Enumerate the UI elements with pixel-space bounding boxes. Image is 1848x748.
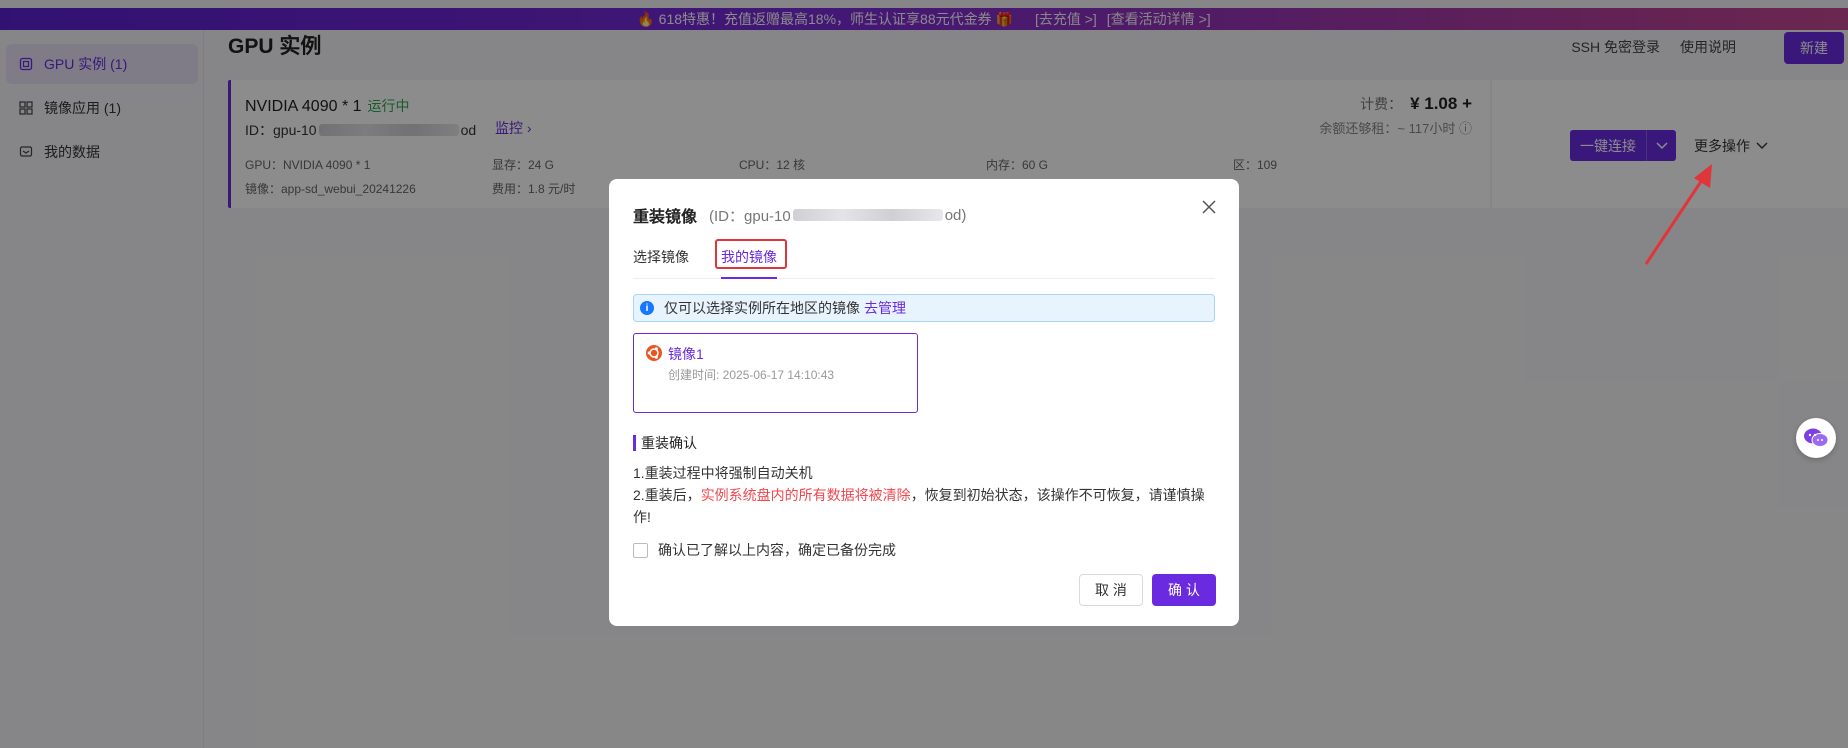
image-option-card[interactable]: 镜像1 创建时间: 2025-06-17 14:10:43 xyxy=(633,333,918,413)
close-icon[interactable] xyxy=(1199,197,1219,217)
checkbox[interactable] xyxy=(633,542,648,558)
dialog-id-suffix: od) xyxy=(944,206,967,224)
cancel-button[interactable]: 取 消 xyxy=(1079,574,1143,606)
note-2-start: 2.重装后， xyxy=(633,487,701,503)
tab-select-image[interactable]: 选择镜像 xyxy=(633,247,689,267)
dialog-title-text: 重装镜像 xyxy=(633,209,698,226)
backup-confirm-checkbox[interactable]: 确认已了解以上内容，确定已备份完成 xyxy=(633,540,896,560)
image-name: 镜像1 xyxy=(668,346,704,362)
confirm-heading: 重装确认 xyxy=(633,435,697,451)
info-text: 仅可以选择实例所在地区的镜像 xyxy=(664,300,860,316)
note-2: 2.重装后，实例系统盘内的所有数据将被清除，恢复到初始状态，该操作不可恢复，请谨… xyxy=(633,484,1215,528)
checkbox-label: 确认已了解以上内容，确定已备份完成 xyxy=(658,542,896,558)
tab-my-images[interactable]: 我的镜像 xyxy=(721,247,777,267)
note-1: 1.重装过程中将强制自动关机 xyxy=(633,465,813,481)
info-alert: i 仅可以选择实例所在地区的镜像 去管理 xyxy=(633,294,1215,322)
dialog-title: 重装镜像 (ID：gpu-10 od) xyxy=(633,203,966,227)
redacted-id xyxy=(792,209,943,221)
image-created-time: 创建时间: 2025-06-17 14:10:43 xyxy=(668,368,835,382)
confirm-button[interactable]: 确 认 xyxy=(1152,574,1216,606)
image-tabs: 选择镜像 我的镜像 xyxy=(633,239,1215,279)
dialog-id-prefix: (ID：gpu-10 xyxy=(709,207,791,225)
info-icon: i xyxy=(640,301,654,315)
ubuntu-icon xyxy=(646,345,662,361)
wechat-icon[interactable] xyxy=(1796,418,1836,458)
note-2-warning: 实例系统盘内的所有数据将被清除 xyxy=(700,487,911,503)
reinstall-image-dialog: 重装镜像 (ID：gpu-10 od) 选择镜像 我的镜像 i 仅可以选择实例所在… xyxy=(609,179,1239,626)
active-tab-underline xyxy=(721,277,777,279)
annotation-arrow-icon xyxy=(1644,164,1712,265)
dialog-instance-id: (ID：gpu-10 od) xyxy=(709,205,966,226)
reinstall-notes: 1.重装过程中将强制自动关机 2.重装后，实例系统盘内的所有数据将被清除，恢复到… xyxy=(633,462,1215,528)
manage-link[interactable]: 去管理 xyxy=(864,298,906,318)
